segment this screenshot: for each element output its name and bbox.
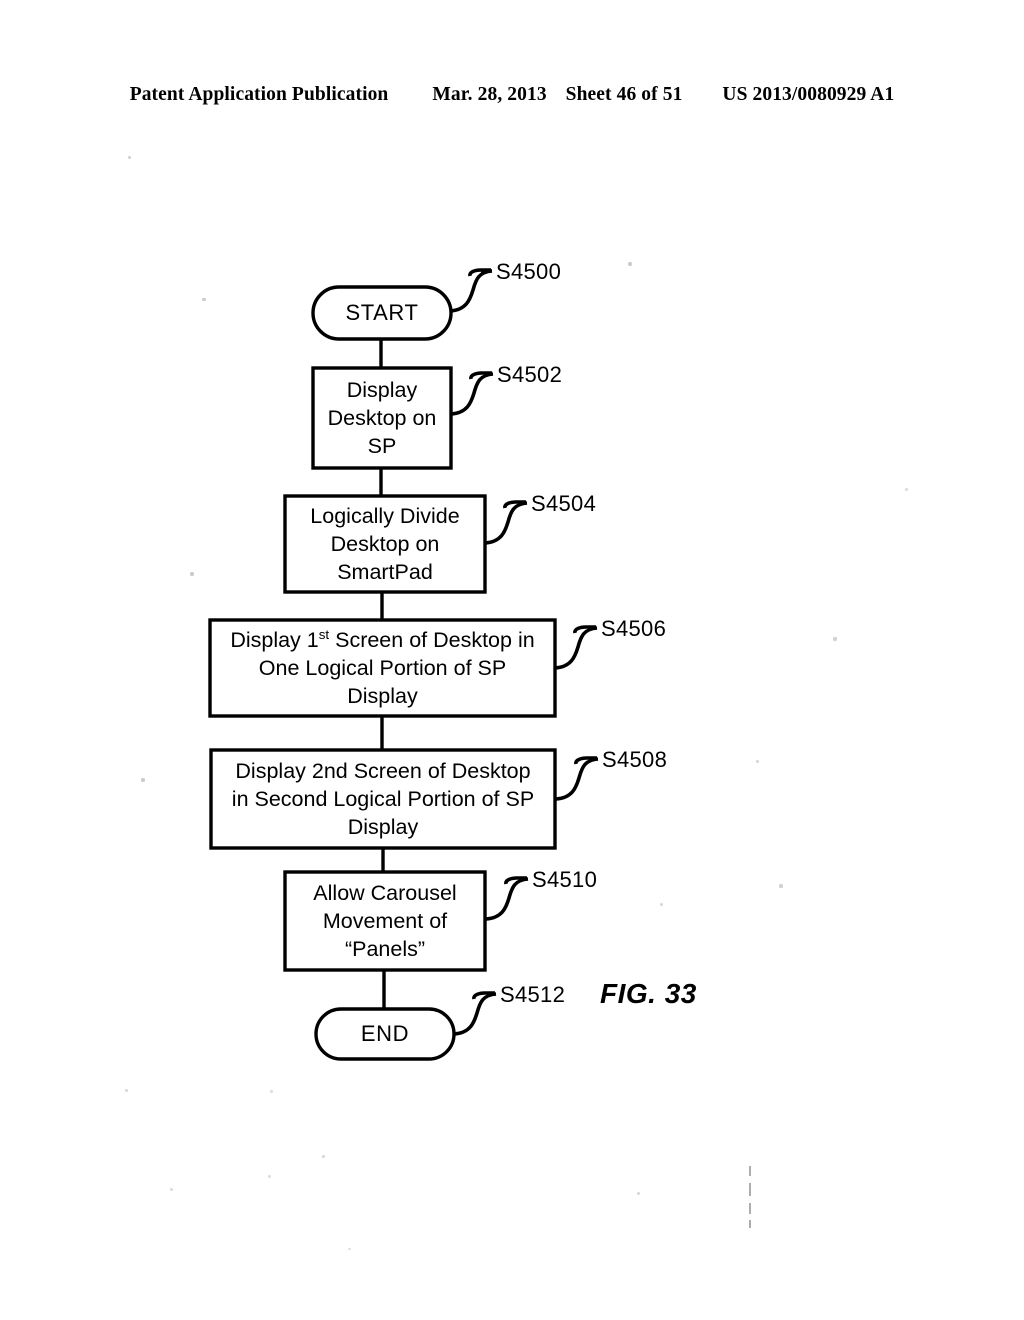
ref-label-S4512: S4512: [500, 982, 566, 1007]
leader-line-S4504: [484, 501, 528, 545]
ref-label-S4510: S4510: [532, 867, 598, 892]
leader-line-S4500: [449, 269, 493, 313]
scan-speckle: [141, 778, 145, 782]
leader-line-S4512: [453, 992, 497, 1036]
leader-line-S4508: [555, 757, 599, 801]
scan-speckle: [833, 637, 837, 641]
scan-speckle: [779, 884, 783, 888]
leader-line-S4510: [485, 877, 529, 921]
ref-label-S4504: S4504: [531, 491, 597, 516]
leader-line-S4506: [554, 626, 598, 670]
scan-speckle: [202, 298, 206, 301]
figure-caption: FIG. 33: [600, 978, 697, 1009]
scan-speckle: [268, 1175, 271, 1178]
node-label-S4508: Display 2nd Screen of Desktop in Second …: [231, 759, 535, 839]
scan-speckle: [322, 1155, 325, 1158]
scan-speckle: [628, 262, 632, 266]
scan-speckle: [125, 1089, 128, 1092]
node-label-S4506: Display 1st Screen of Desktop in One Log…: [210, 620, 555, 716]
node-label-S4502: Display Desktop on SP: [327, 378, 437, 458]
scan-speckle: [348, 1248, 351, 1250]
ref-label-S4502: S4502: [497, 362, 563, 387]
node-label-S4504: Logically Divide Desktop on SmartPad: [310, 504, 460, 584]
node-label-S4510: Allow Carousel Movement of “Panels”: [313, 881, 457, 961]
scan-speckle: [170, 1188, 173, 1191]
node-label-S4500: START: [345, 300, 419, 325]
scan-speckle: [905, 488, 908, 491]
scan-speckle: [270, 1090, 273, 1093]
scan-speckle: [637, 1192, 640, 1195]
scan-speckle: [660, 903, 663, 906]
node-label-S4506-line1: Display 1st Screen of Desktop in: [230, 626, 535, 652]
leader-line-S4502: [450, 372, 494, 416]
ref-label-S4508: S4508: [602, 747, 668, 772]
ref-label-S4500: S4500: [496, 259, 562, 284]
scan-speckle: [190, 572, 194, 576]
scan-speckle: [756, 760, 759, 763]
ref-label-S4506: S4506: [601, 616, 667, 641]
scan-speckle: [128, 156, 131, 159]
node-label-S4512: END: [360, 1021, 410, 1046]
